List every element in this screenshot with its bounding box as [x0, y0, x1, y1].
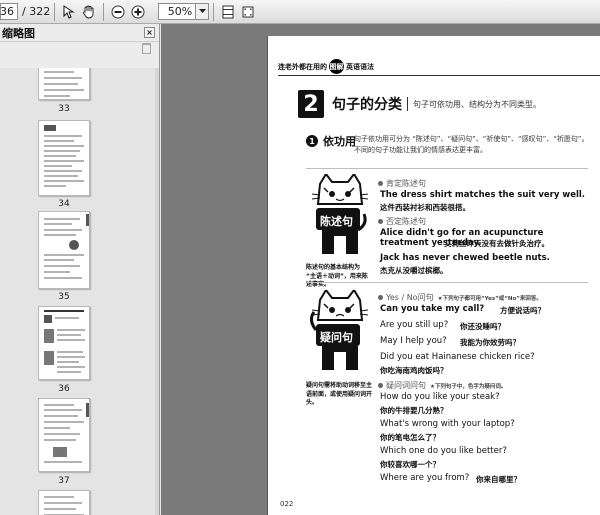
- toolbar-separator: [54, 2, 56, 21]
- thumbnail-page[interactable]: [38, 211, 90, 289]
- trash-icon[interactable]: [142, 43, 151, 54]
- sentence-zh: 你吃海南鸡肉饭吗？: [380, 366, 448, 375]
- section-subtitle: 句子可依功用、结构分为不同类型。: [413, 99, 541, 109]
- wh-note: ★下列句子中，色字为疑问词。: [430, 383, 507, 390]
- sentence-en: Did you eat Hainanese chicken rice?: [380, 352, 535, 362]
- label-affirmative: 肯定陈述句: [378, 178, 426, 189]
- label-negative: 否定陈述句: [378, 216, 426, 227]
- thumbnail-scrollbar[interactable]: [155, 68, 159, 515]
- toolbar: 36 / 322 50%: [0, 0, 600, 24]
- pdf-viewer-window: 36 / 322 50% 缩略图 × 33 34 35 36 37 连老外都在用…: [0, 0, 600, 515]
- cursor-arrow-icon: [63, 4, 75, 19]
- sentence-zh: 艾莉丝昨天没有去做针灸治疗。: [444, 239, 549, 248]
- section-heading: 句子的分类: [332, 97, 402, 113]
- label-wh-question: 疑问词问句 ★下列句子中，色字为疑问词。: [378, 380, 506, 391]
- thumbnail-panel-title: 缩略图: [2, 26, 35, 40]
- document-page: 连老外都在用的 图解 英语语法 2 句子的分类 句子可依功用、结构分为不同类型。…: [268, 36, 600, 515]
- fit-width-icon: [242, 6, 254, 17]
- sentence-en: Are you still up?: [380, 320, 449, 330]
- close-icon: ×: [146, 28, 153, 37]
- header-text-after: 英语语法: [346, 62, 374, 71]
- subsection-heading: 依功用: [323, 135, 356, 148]
- chevron-down-icon: [198, 9, 206, 13]
- thumbnail-page-current[interactable]: [38, 306, 90, 380]
- sentence-zh: 你的笔电怎么了？: [380, 433, 440, 442]
- sentence-zh: 我能为你效劳吗？: [460, 338, 520, 347]
- select-tool-button[interactable]: [59, 2, 79, 22]
- thumbnail-list: 33 34 35 36 37: [0, 68, 159, 515]
- sentence-zh: 你较喜欢哪一个？: [380, 460, 440, 469]
- zoom-dropdown-button[interactable]: [196, 3, 210, 20]
- thumbnail-page[interactable]: [38, 120, 90, 196]
- label-yes-no: Yes / No问句 ★下列句子都可用“Yes”或“No”来回答。: [378, 292, 542, 303]
- zoom-out-icon: [111, 5, 125, 18]
- cat-caption-declarative: 陈述句的基本结构为 “主语＋动词”，用来陈述事实。: [306, 264, 368, 288]
- cat-tag-declarative: 陈述句: [320, 215, 353, 228]
- sentence-en: May I help you?: [380, 336, 447, 346]
- sentence-zh: 方便说话吗？: [500, 306, 545, 315]
- sentence-en: Where are you from?: [380, 473, 470, 483]
- page-header: 连老外都在用的 图解 英语语法: [278, 58, 600, 76]
- fit-page-button[interactable]: [218, 2, 238, 22]
- toolbar-separator: [103, 2, 105, 21]
- section-number: 2: [298, 90, 324, 118]
- page-number-input[interactable]: 36: [0, 3, 18, 20]
- divider: [306, 168, 588, 169]
- sentence-zh: 杰克从没嚼过槟榔。: [380, 266, 448, 275]
- toolbar-separator: [213, 2, 215, 21]
- sentence-zh: 你来自哪里？: [476, 475, 521, 484]
- page-number: 022: [280, 500, 294, 508]
- subsection-description: 句子依功用可分为 “陈述句”、“疑问句”、“祈使句”、“感叹句”、“祈愿句”。不…: [354, 135, 589, 154]
- thumbnail-page[interactable]: [38, 490, 90, 515]
- sentence-zh: 这件西装衬衫和西装很搭。: [380, 203, 470, 212]
- sentence-en: What's wrong with your laptop?: [380, 419, 515, 429]
- sentence-zh: 你还没睡吗？: [460, 322, 505, 331]
- thumbnail-page-number: 37: [58, 476, 70, 486]
- thumbnail-panel: 缩略图 × 33 34 35 36 37: [0, 24, 160, 515]
- zoom-in-icon: [131, 5, 145, 18]
- zoom-out-button[interactable]: [108, 2, 128, 22]
- divider: [306, 282, 588, 283]
- sentence-en: Jack has never chewed beetle nuts.: [380, 253, 550, 263]
- document-view[interactable]: 连老外都在用的 图解 英语语法 2 句子的分类 句子可依功用、结构分为不同类型。…: [161, 24, 600, 515]
- close-panel-button[interactable]: ×: [144, 27, 155, 38]
- subsection-number: 1: [306, 135, 318, 147]
- hand-icon: [83, 5, 94, 18]
- thumbnail-page-number: 35: [58, 292, 70, 302]
- header-text-before: 连老外都在用的: [278, 62, 327, 71]
- cat-caption-interrogative: 疑问句需将助动词移至主语前面，或使用疑问词开头。: [306, 382, 373, 406]
- yes-no-note: ★下列句子都可用“Yes”或“No”来回答。: [437, 295, 542, 302]
- cat-illustration: 疑问句: [306, 288, 374, 378]
- sentence-en: Can you take my call?: [380, 304, 485, 314]
- cat-tag-interrogative: 疑问句: [320, 331, 353, 344]
- header-circle-badge: 图解: [329, 59, 344, 74]
- sentence-en: The dress shirt matches the suit very we…: [380, 190, 586, 200]
- sentence-zh: 你的牛排要几分熟？: [380, 406, 448, 415]
- sentence-en: Which one do you like better?: [380, 446, 507, 456]
- section-title: 2 句子的分类 句子可依功用、结构分为不同类型。: [298, 90, 541, 118]
- subsection-title: 1 依功用: [306, 133, 356, 149]
- thumbnail-page[interactable]: [38, 68, 90, 100]
- thumbnail-page-number: 33: [58, 104, 70, 114]
- cat-illustration: 陈述句: [306, 172, 374, 262]
- thumbnail-page[interactable]: [38, 398, 90, 472]
- thumbnail-page-number: 34: [58, 199, 70, 209]
- page-total: / 322: [22, 5, 51, 18]
- fit-page-icon: [222, 5, 234, 18]
- thumbnail-page-number: 36: [58, 384, 70, 394]
- sentence-en: How do you like your steak?: [380, 392, 500, 402]
- hand-tool-button[interactable]: [79, 2, 99, 22]
- fit-width-button[interactable]: [238, 2, 258, 22]
- thumbnail-tools: [0, 42, 159, 56]
- zoom-in-button[interactable]: [128, 2, 148, 22]
- thumbnail-panel-header: 缩略图 ×: [0, 24, 159, 42]
- zoom-level-input[interactable]: 50%: [158, 3, 197, 20]
